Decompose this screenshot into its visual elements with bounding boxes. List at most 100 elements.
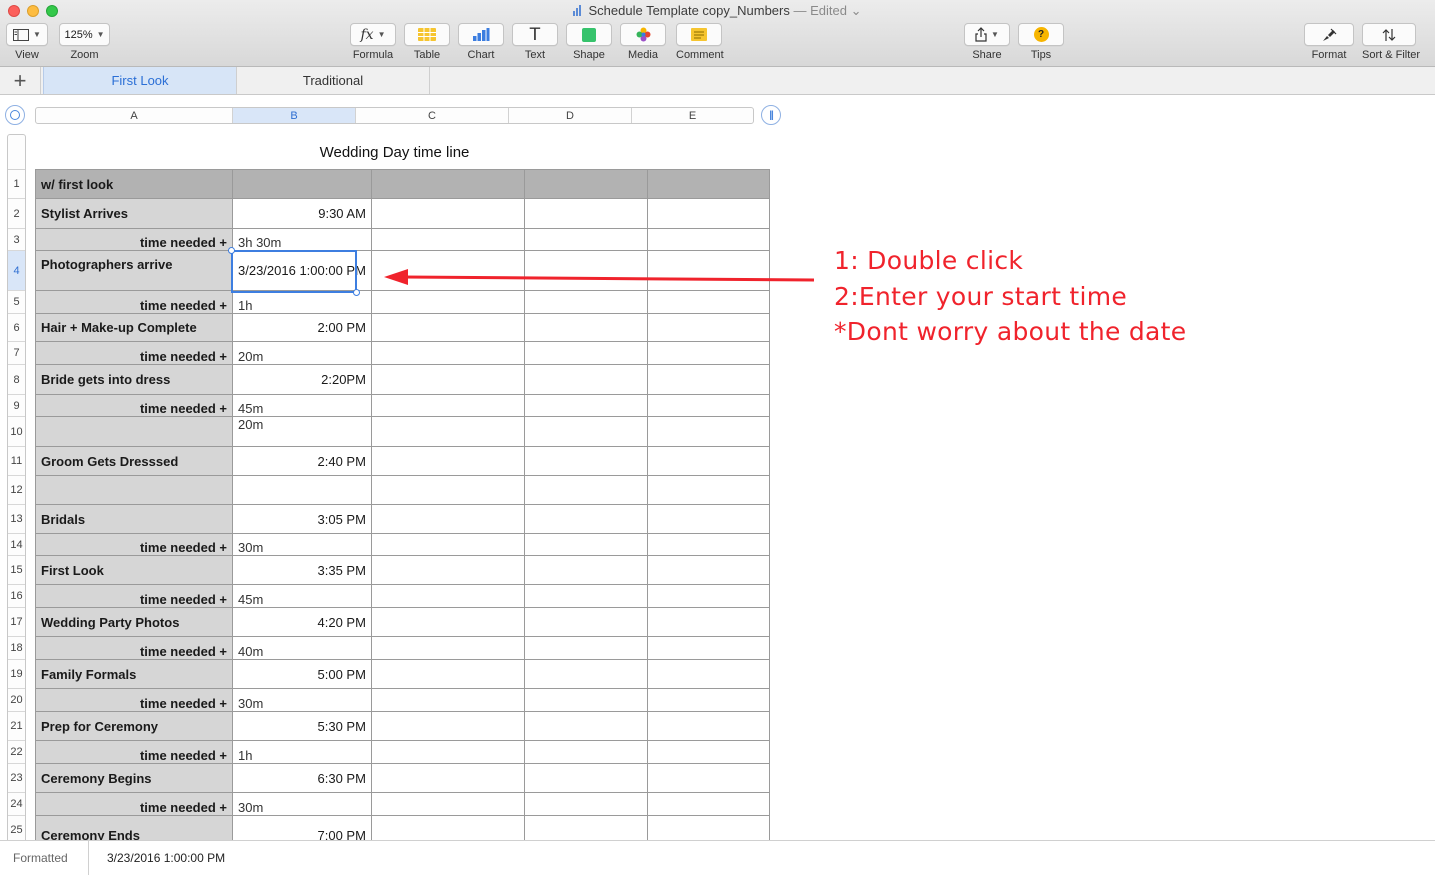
cell-b7[interactable]: 20m [232, 341, 372, 365]
row-header-10[interactable]: 10 [8, 417, 25, 447]
shape-tool[interactable]: Shape [566, 23, 612, 61]
cell-d21[interactable] [523, 711, 648, 741]
row-header-7[interactable]: 7 [8, 342, 25, 365]
cell-b15[interactable]: 3:35 PM [232, 555, 372, 585]
cell-b5[interactable]: 1h [232, 290, 372, 314]
cell-a7[interactable]: time needed + [35, 341, 233, 365]
cell-b2[interactable]: 9:30 AM [232, 198, 372, 229]
cell-a14[interactable]: time needed + [35, 533, 233, 556]
cell-d15[interactable] [523, 555, 648, 585]
cell-b23[interactable]: 6:30 PM [232, 763, 372, 793]
cell-d2[interactable] [523, 198, 648, 229]
shape-button[interactable] [566, 23, 612, 46]
row-header-21[interactable]: 21 [8, 712, 25, 741]
media-button[interactable] [620, 23, 666, 46]
cell-a18[interactable]: time needed + [35, 636, 233, 660]
cell-e21[interactable] [646, 711, 770, 741]
comment-tool[interactable]: Comment [676, 23, 724, 61]
table-button[interactable] [404, 23, 450, 46]
title-chevron-icon[interactable]: ⌄ [851, 3, 862, 18]
chart-button[interactable] [458, 23, 504, 46]
row-header-20[interactable]: 20 [8, 689, 25, 712]
cell-c15[interactable] [370, 555, 525, 585]
media-tool[interactable]: Media [620, 23, 666, 61]
cell-e18[interactable] [646, 636, 770, 660]
cell-d24[interactable] [523, 792, 648, 816]
cell-e11[interactable] [646, 446, 770, 476]
row-header-12[interactable]: 12 [8, 476, 25, 505]
cell-b9[interactable]: 45m [232, 394, 372, 417]
cell-d3[interactable] [523, 228, 648, 251]
cell-d11[interactable] [523, 446, 648, 476]
row-header-1[interactable]: 1 [8, 170, 25, 199]
cell-b13[interactable]: 3:05 PM [232, 504, 372, 534]
cell-d13[interactable] [523, 504, 648, 534]
sheet-canvas[interactable]: A B C D E || 1 2 3 4 5 6 7 8 9 10 11 12 … [0, 96, 1435, 840]
tips-button[interactable]: ? [1018, 23, 1064, 46]
cell-c20[interactable] [370, 688, 525, 712]
cell-b4-selected[interactable]: 3/23/2016 1:00:00 PM [232, 250, 372, 291]
cell-e12[interactable] [646, 475, 770, 505]
tips-tool[interactable]: ? Tips [1018, 23, 1064, 61]
cell-c1[interactable] [370, 169, 525, 199]
cell-d12[interactable] [523, 475, 648, 505]
zoom-tool[interactable]: 125% ▼ Zoom [59, 23, 110, 61]
cell-d22[interactable] [523, 740, 648, 764]
view-tool[interactable]: ▼ View [6, 23, 48, 61]
row-header-19[interactable]: 19 [8, 660, 25, 689]
format-tool[interactable]: Format [1304, 23, 1354, 61]
cell-e24[interactable] [646, 792, 770, 816]
share-tool[interactable]: ▼ Share [964, 23, 1010, 61]
row-header-16[interactable]: 16 [8, 585, 25, 608]
cell-c3[interactable] [370, 228, 525, 251]
row-header-24[interactable]: 24 [8, 793, 25, 816]
cell-c14[interactable] [370, 533, 525, 556]
cell-b20[interactable]: 30m [232, 688, 372, 712]
cell-a19[interactable]: Family Formals [35, 659, 233, 689]
cell-c25[interactable] [370, 815, 525, 840]
cell-c7[interactable] [370, 341, 525, 365]
cell-e10[interactable] [646, 416, 770, 447]
cell-a11[interactable]: Groom Gets Dresssed [35, 446, 233, 476]
chart-tool[interactable]: Chart [458, 23, 504, 61]
cell-a9[interactable]: time needed + [35, 394, 233, 417]
cell-a10[interactable] [35, 416, 233, 447]
format-button[interactable] [1304, 23, 1354, 46]
row-header-15[interactable]: 15 [8, 556, 25, 585]
cell-d10[interactable] [523, 416, 648, 447]
cell-a22[interactable]: time needed + [35, 740, 233, 764]
cell-e1[interactable] [646, 169, 770, 199]
zoom-dropdown[interactable]: 125% ▼ [59, 23, 110, 46]
cell-c13[interactable] [370, 504, 525, 534]
cell-b22[interactable]: 1h [232, 740, 372, 764]
column-header-b[interactable]: B [233, 108, 356, 123]
cell-e19[interactable] [646, 659, 770, 689]
formula-button[interactable]: fx ▼ [350, 23, 396, 46]
cell-d9[interactable] [523, 394, 648, 417]
sort-filter-button[interactable] [1362, 23, 1416, 46]
row-header-5[interactable]: 5 [8, 291, 25, 314]
row-header-22[interactable]: 22 [8, 741, 25, 764]
cell-d23[interactable] [523, 763, 648, 793]
cell-a12[interactable] [35, 475, 233, 505]
cell-b8[interactable]: 2:20PM [232, 364, 372, 395]
cell-c22[interactable] [370, 740, 525, 764]
cell-d17[interactable] [523, 607, 648, 637]
cell-e13[interactable] [646, 504, 770, 534]
cell-a2[interactable]: Stylist Arrives [35, 198, 233, 229]
cell-e7[interactable] [646, 341, 770, 365]
view-button[interactable]: ▼ [6, 23, 48, 46]
column-header-c[interactable]: C [356, 108, 509, 123]
row-header-9[interactable]: 9 [8, 395, 25, 417]
cell-c10[interactable] [370, 416, 525, 447]
cell-b18[interactable]: 40m [232, 636, 372, 660]
cell-b3[interactable]: 3h 30m [232, 228, 372, 251]
cell-a21[interactable]: Prep for Ceremony [35, 711, 233, 741]
cell-a8[interactable]: Bride gets into dress [35, 364, 233, 395]
row-header-8[interactable]: 8 [8, 365, 25, 395]
cell-a17[interactable]: Wedding Party Photos [35, 607, 233, 637]
cell-d6[interactable] [523, 313, 648, 342]
cell-e6[interactable] [646, 313, 770, 342]
cell-d1[interactable] [523, 169, 648, 199]
cell-b21[interactable]: 5:30 PM [232, 711, 372, 741]
